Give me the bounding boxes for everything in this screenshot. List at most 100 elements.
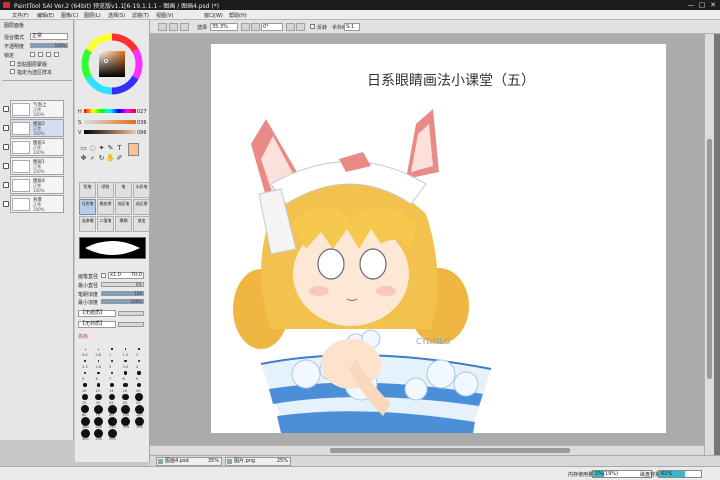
brush-size-preset[interactable] [137,359,141,363]
brush-size-preset[interactable] [97,371,100,375]
brush-preset[interactable]: 喷枪 [97,182,114,198]
zoom-out-icon[interactable] [241,23,250,31]
rotate-left-icon[interactable] [286,23,295,31]
lock-alpha-checkbox[interactable] [46,52,51,57]
document-tab[interactable]: 图片.png 25% [225,457,291,466]
close-button[interactable]: ✕ [708,0,718,10]
brush-shape-select[interactable]: 【无纸质】 [78,310,116,317]
brush-size-preset[interactable] [108,393,116,401]
brush-size-preset[interactable] [122,393,129,401]
brush-preset[interactable]: 模糊 [115,216,132,232]
flip-checkbox[interactable] [310,24,315,29]
layer-item[interactable]: 图层1 正常 100% [3,157,64,175]
menu-file[interactable]: 文件(F) [12,12,29,19]
select-rect-icon[interactable]: ▭ [79,144,88,153]
menu-filter[interactable]: 滤镜(T) [132,12,149,19]
menu-view[interactable]: 视图(V) [156,12,173,19]
saturation-slider[interactable] [84,120,136,124]
hue-slider[interactable] [84,109,136,113]
brush-size-preset[interactable] [95,393,102,400]
brush-size-preset[interactable] [83,383,87,387]
brush-texture-select[interactable]: 【无材质】 [78,321,116,328]
lock-all-checkbox[interactable] [54,52,59,57]
visibility-icon[interactable] [3,201,9,207]
rotate-tool-icon[interactable]: ↻ [97,154,106,163]
brush-size-preset[interactable] [97,360,100,362]
brush-size-preset[interactable] [136,382,142,388]
brush-size-preset[interactable] [138,348,140,350]
color-wheel[interactable] [81,33,143,95]
hand-tool-icon[interactable]: ✋ [106,154,115,163]
brush-size-preset[interactable] [137,371,141,375]
stabilizer-select[interactable]: S-1 [344,23,360,31]
brush-size-preset[interactable] [123,382,128,388]
size-mult-checkbox[interactable] [101,273,106,278]
picker-tool-icon[interactable]: ✐ [115,154,124,163]
min-density-slider[interactable]: 100% [101,299,144,304]
size-value-field[interactable]: x1.0 70.0 [108,272,144,279]
current-color-swatch[interactable] [128,143,139,156]
brush-preset[interactable]: 笔 [115,182,132,198]
brush-size-preset[interactable] [111,348,113,350]
horizontal-scroll-thumb[interactable] [330,448,570,453]
menu-select[interactable]: 选择(S) [108,12,125,19]
menu-edit[interactable]: 编辑(E) [37,12,54,19]
menu-help[interactable]: 帮助(H) [229,12,247,19]
select-tool-icon[interactable] [158,23,167,31]
menu-window[interactable]: 窗口(W) [204,12,223,19]
text-tool-icon[interactable]: T [115,144,124,153]
layer-item[interactable]: 图层4 正常 100% [3,176,64,194]
maximize-button[interactable]: □ [697,0,707,10]
visibility-icon[interactable] [3,125,9,131]
brush-preset[interactable]: 油漆桶 [79,216,96,232]
brush-preset[interactable]: 水彩笔 [133,182,150,198]
density-slider[interactable]: 100 [101,291,144,296]
zoom-select[interactable]: 35.3% [210,23,238,31]
horizontal-scrollbar[interactable] [150,445,704,455]
brush-size-preset[interactable] [83,371,87,375]
brush-preset[interactable]: 二值笔 [97,216,114,232]
brush-shape-strength[interactable] [118,311,144,316]
lasso-icon[interactable]: ◌ [88,144,97,153]
invert-selection-icon[interactable] [180,23,189,31]
advanced-settings-toggle[interactable]: 高级 [78,333,88,340]
brush-size-preset[interactable] [80,404,90,414]
brush-size-preset[interactable] [84,348,86,350]
brush-size-preset[interactable] [96,383,101,387]
visibility-icon[interactable] [3,163,9,169]
brush-preset[interactable]: 橡皮擦 [97,199,114,215]
selection-source-checkbox[interactable] [10,69,15,74]
layer-item[interactable]: 气泡上 正常 100% [3,100,64,118]
blend-mode-select[interactable]: 正常 [30,33,68,40]
move-tool-icon[interactable]: ✥ [79,154,88,163]
rotate-right-icon[interactable] [296,23,305,31]
visibility-icon[interactable] [3,144,9,150]
layer-item[interactable]: 图层2 正常 100% [3,119,64,137]
value-slider[interactable] [84,130,136,134]
zoom-tool-icon[interactable]: ⌕ [88,154,97,163]
brush-size-preset[interactable] [111,360,113,362]
layer-item[interactable]: 背景 正常 100% [3,195,64,213]
angle-select[interactable]: 0° [261,23,283,31]
brush-preset[interactable]: 马克笔 [79,199,96,215]
brush-size-preset[interactable] [124,348,127,350]
brush-preset[interactable]: 选区笔 [115,199,132,215]
document-tab[interactable]: 图画4.psd 35% [156,457,222,466]
brush-texture-strength[interactable] [118,322,144,327]
min-size-slider[interactable]: 0% [101,282,144,287]
menu-image[interactable]: 图像(C) [61,12,78,19]
brush-preset[interactable]: 铅笔 [79,182,96,198]
opacity-slider[interactable]: 100% [30,43,68,48]
magic-wand-icon[interactable]: ✦ [97,144,106,153]
lock-move-checkbox[interactable] [38,52,43,57]
zoom-in-icon[interactable] [251,23,260,31]
brush-preset[interactable]: 选区擦 [133,199,150,215]
lock-paint-checkbox[interactable] [30,52,35,57]
layer-item[interactable]: 图层3 正常 100% [3,138,64,156]
vertical-scrollbar[interactable] [704,34,714,455]
brush-size-preset[interactable] [135,393,143,401]
brush-size-preset[interactable] [109,382,115,388]
brush-preset[interactable]: 渐变 [133,216,150,232]
brush-size-preset[interactable] [84,360,86,362]
visibility-icon[interactable] [3,106,9,112]
